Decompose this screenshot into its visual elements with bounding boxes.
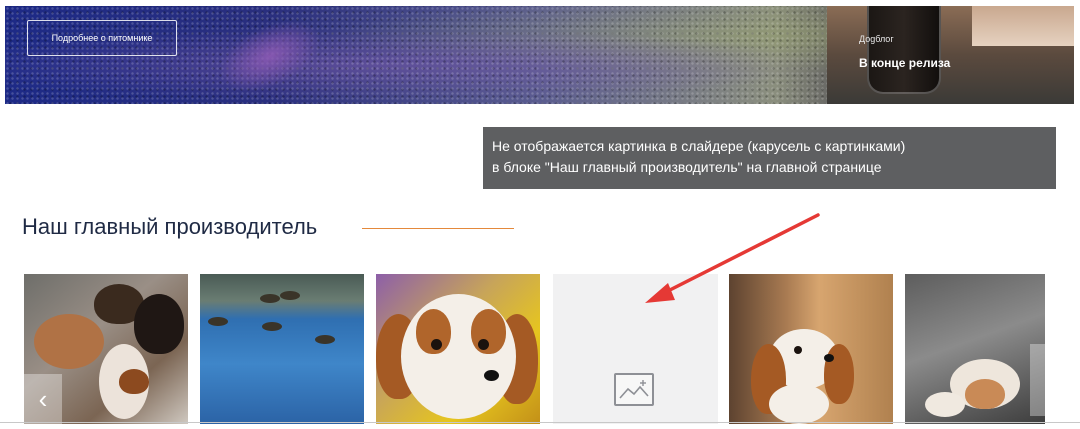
- hero-banner: Подробнее о питомнике Доgблог В конце ре…: [5, 6, 1074, 104]
- coffee-cup-image: [867, 6, 941, 94]
- nursery-details-button[interactable]: Подробнее о питомнике: [27, 20, 177, 56]
- annotation-line-1: Не отображается картинка в слайдере (кар…: [492, 138, 906, 154]
- producer-carousel: ‹: [0, 274, 1080, 429]
- annotation-note: Не отображается картинка в слайдере (кар…: [483, 127, 1056, 189]
- screenshot-frame: Подробнее о питомнике Доgблог В конце ре…: [0, 0, 1080, 429]
- carousel-slide-2[interactable]: [200, 274, 364, 424]
- blog-teaser[interactable]: Доgблог В конце релиза: [827, 6, 1074, 104]
- dog-corner-image: [972, 6, 1074, 46]
- carousel-slide-5[interactable]: [729, 274, 893, 424]
- section-title-rule: [362, 228, 514, 229]
- bottom-divider: [0, 422, 1080, 423]
- blog-label: Доgблог: [859, 34, 894, 44]
- image-placeholder-icon: [614, 373, 654, 406]
- annotation-line-2: в блоке "Наш главный производитель" на г…: [492, 159, 882, 175]
- carousel-prev-button[interactable]: ‹: [24, 374, 62, 424]
- carousel-slide-broken[interactable]: [553, 274, 718, 424]
- carousel-next-button[interactable]: [1030, 344, 1046, 416]
- carousel-slide-6[interactable]: [905, 274, 1045, 424]
- blog-teaser-title: В конце релиза: [859, 56, 951, 70]
- carousel-slide-3[interactable]: [376, 274, 540, 424]
- section-title: Наш главный производитель: [22, 214, 318, 239]
